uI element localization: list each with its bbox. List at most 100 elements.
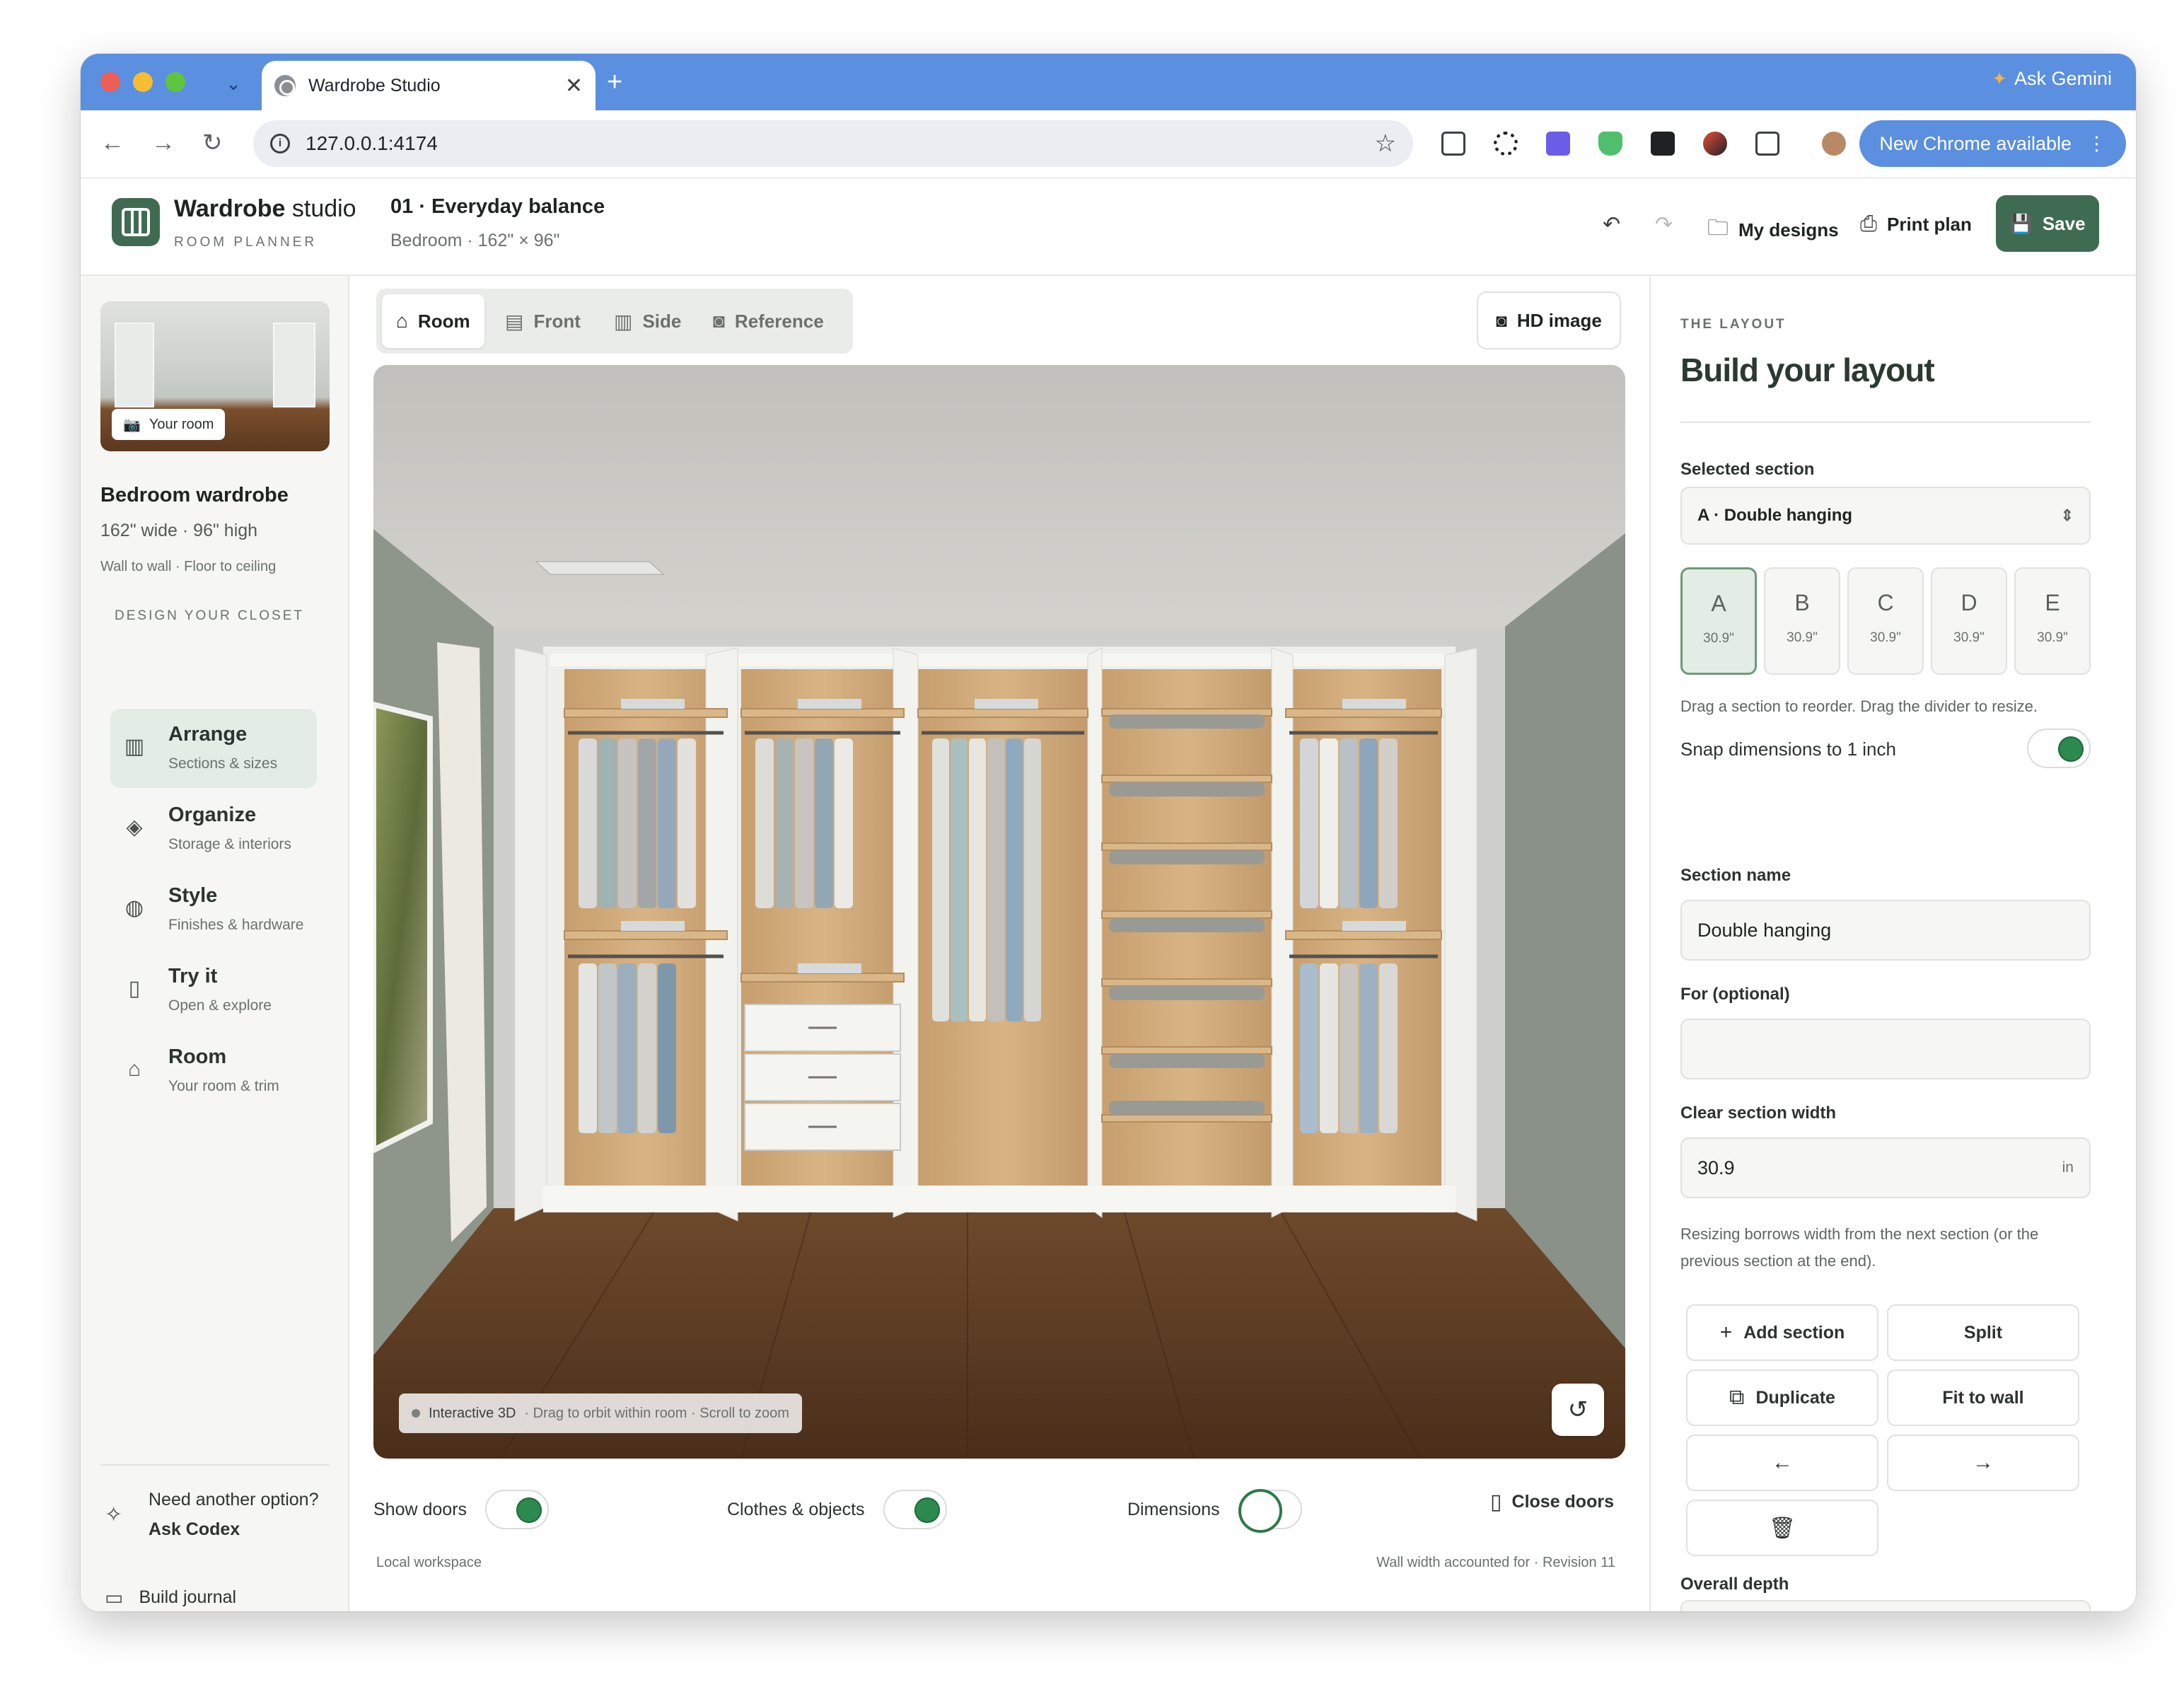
browser-toolbar: ← → ↻ i 127.0.0.1:4174 ☆ New Chrome avai… [81, 110, 2136, 178]
clothes-objects-switch[interactable] [883, 1490, 947, 1529]
clear-width-value: 30.9 [1697, 1157, 1735, 1178]
clear-width-input[interactable]: 30.9 in [1680, 1137, 2091, 1198]
drag-help-text: Drag a section to reorder. Drag the divi… [1680, 697, 2038, 715]
close-tab-icon[interactable]: ✕ [565, 74, 583, 98]
tab-label: Side [642, 310, 682, 332]
brand-rest: studio [285, 195, 356, 222]
delete-section-button[interactable]: 🗑 [1686, 1500, 1878, 1556]
puzzle-extensions-icon[interactable] [1755, 132, 1779, 156]
forward-arrow-icon[interactable]: → [151, 129, 175, 157]
shield-extension-icon[interactable] [1598, 132, 1622, 156]
nav-item-try-it[interactable]: ▯ Try it Open & explore [110, 951, 317, 1030]
overall-depth-label: Overall depth [1680, 1575, 1789, 1594]
dimensions-switch[interactable] [1238, 1489, 1302, 1533]
section-chip-b[interactable]: B 30.9" [1764, 567, 1840, 675]
maximize-window-button[interactable] [165, 72, 185, 92]
clothes-objects-toggle[interactable]: Clothes & objects [727, 1490, 947, 1529]
bookmark-star-icon[interactable]: ☆ [1375, 129, 1396, 158]
ask-gemini-button[interactable]: ✦ Ask Gemini [1992, 68, 2112, 90]
nav-item-subtitle: Sections & sizes [168, 755, 278, 772]
overall-depth-input[interactable]: 24 in [1680, 1600, 2091, 1611]
clothes-objects-label: Clothes & objects [727, 1499, 865, 1519]
build-journal-label: Build journal [139, 1587, 237, 1607]
tab-label: Reference [734, 310, 824, 332]
tab-reference[interactable]: ◙ Reference [699, 294, 838, 348]
section-letter: D [1961, 590, 1977, 615]
gmp-extension-icon[interactable] [1651, 132, 1675, 156]
nav-item-title: Room [168, 1045, 227, 1068]
nav-item-organize[interactable]: ◈ Organize Storage & interiors [110, 789, 317, 869]
ask-gemini-label: Ask Gemini [2014, 68, 2112, 89]
back-arrow-icon[interactable]: ← [100, 129, 124, 157]
undo-button[interactable]: ↶ [1603, 212, 1620, 237]
plus-icon: + [1719, 1321, 1733, 1344]
home-icon: ⌂ [396, 310, 408, 332]
folder-icon: 🗀 [1707, 216, 1729, 240]
nav-item-arrange[interactable]: ▥ Arrange Sections & sizes [110, 709, 317, 788]
close-window-button[interactable] [100, 72, 120, 92]
room-photo-thumbnail[interactable]: 📷 Your room [100, 301, 330, 451]
pen-extension-icon[interactable] [1703, 132, 1727, 156]
section-strip: A 30.9" ⋮ B 30.9" ⋮ C 30.9" ⋮ D 30.9" ⋮ … [1680, 567, 2091, 678]
address-bar[interactable]: i 127.0.0.1:4174 ☆ [253, 120, 1413, 167]
copy-icon: ⧉ [1729, 1386, 1745, 1409]
move-right-button[interactable]: → [1887, 1435, 2079, 1491]
dimensions-toggle[interactable]: Dimensions [1127, 1489, 1302, 1533]
site-info-icon[interactable]: i [270, 134, 290, 153]
room-3d-viewport[interactable]: Interactive 3D · Drag to orbit within ro… [373, 365, 1625, 1459]
printer-icon: ⎙ [1860, 212, 1877, 236]
save-button[interactable]: 💾 Save [1996, 195, 2099, 252]
move-left-button[interactable]: ← [1686, 1435, 1878, 1491]
section-name-input[interactable]: Double hanging [1680, 900, 2091, 961]
tab-front[interactable]: ▤ Front [491, 294, 595, 348]
my-designs-button[interactable]: 🗀 My designs [1707, 212, 1839, 248]
print-plan-button[interactable]: ⎙ Print plan [1860, 212, 1972, 236]
clear-width-unit: in [2062, 1159, 2074, 1176]
nav-item-title: Style [168, 884, 218, 907]
browser-tab[interactable]: Wardrobe Studio ✕ [262, 61, 596, 110]
nav-item-room[interactable]: ⌂ Room Your room & trim [110, 1031, 317, 1111]
chrome-update-button[interactable]: New Chrome available ⋮ [1859, 120, 2126, 167]
for-optional-input[interactable] [1680, 1019, 2091, 1079]
view-toggles: Show doors Clothes & objects Dimensions … [373, 1471, 1625, 1536]
panel-kicker: THE LAYOUT [1680, 317, 1787, 332]
for-optional-label: For (optional) [1680, 985, 1790, 1004]
hint-main: Interactive 3D [429, 1405, 516, 1421]
profile-avatar[interactable] [1822, 132, 1846, 156]
qr-code-extension-icon[interactable] [1441, 132, 1465, 156]
show-doors-switch[interactable] [485, 1490, 550, 1529]
section-letter: B [1794, 590, 1810, 615]
tab-search-chevron-icon[interactable]: ⌄ [219, 69, 248, 98]
reload-icon[interactable]: ↻ [202, 129, 223, 157]
tab-side[interactable]: ▥ Side [600, 294, 695, 348]
minimize-window-button[interactable] [133, 72, 153, 92]
dimensions-label: Dimensions [1127, 1499, 1220, 1519]
split-button[interactable]: Split [1887, 1304, 2079, 1361]
gear-extension-icon[interactable] [1494, 132, 1518, 156]
hd-image-button[interactable]: ◙ HD image [1477, 291, 1621, 349]
duplicate-button[interactable]: ⧉ Duplicate [1686, 1369, 1878, 1426]
selected-section-select[interactable]: A · Double hanging ⇕ [1680, 487, 2091, 545]
reset-view-button[interactable]: ↺ [1552, 1384, 1604, 1436]
gemini-spark-icon: ✦ [1992, 68, 2007, 89]
tab-room[interactable]: ⌂ Room [382, 294, 484, 348]
resize-help-line-1: Resizing borrows width from the next sec… [1680, 1225, 2039, 1243]
snap-switch[interactable] [2027, 729, 2091, 768]
your-room-label: Your room [149, 416, 214, 432]
d-extension-icon[interactable] [1546, 132, 1570, 156]
fit-to-wall-button[interactable]: Fit to wall [1887, 1369, 2079, 1426]
columns-icon: ▥ [124, 735, 145, 758]
build-journal-link[interactable]: ▭ Build journal [105, 1586, 236, 1609]
section-chip-c[interactable]: C 30.9" [1847, 567, 1924, 675]
snap-row: Snap dimensions to 1 inch [1680, 729, 2091, 768]
new-tab-plus-icon[interactable]: + [607, 68, 622, 96]
save-icon: 💾 [2009, 212, 2033, 234]
close-doors-button[interactable]: ▯ Close doors [1490, 1490, 1614, 1514]
section-chip-d[interactable]: D 30.9" [1931, 567, 2007, 675]
redo-button[interactable]: ↷ [1655, 212, 1673, 237]
nav-item-style[interactable]: ◍ Style Finishes & hardware [110, 870, 317, 949]
section-chip-a[interactable]: A 30.9" [1680, 567, 1757, 675]
show-doors-toggle[interactable]: Show doors [373, 1490, 550, 1529]
section-chip-e[interactable]: E 30.9" [2014, 567, 2091, 675]
add-section-button[interactable]: + Add section [1686, 1304, 1878, 1361]
